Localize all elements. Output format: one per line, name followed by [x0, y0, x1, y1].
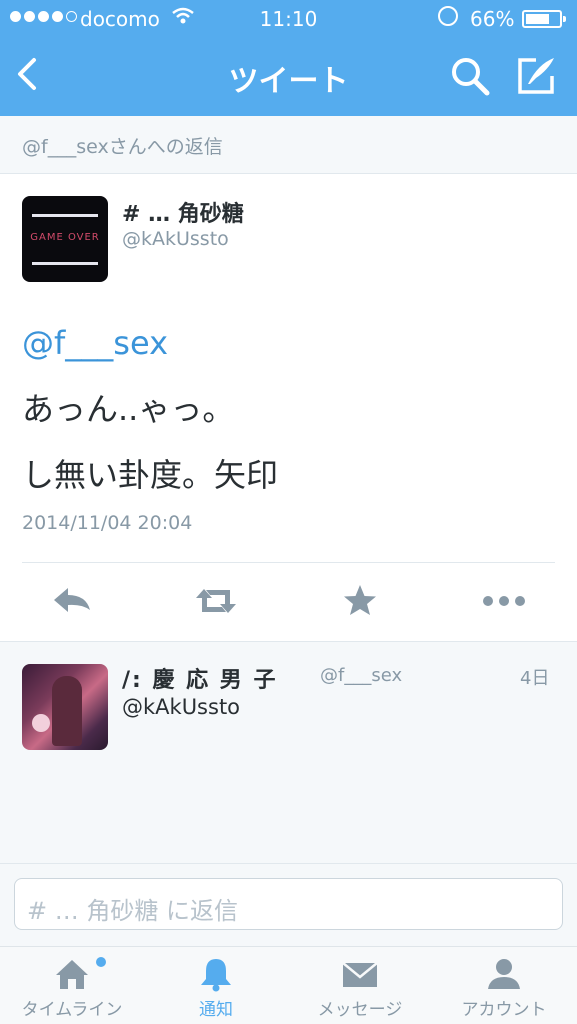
favorite-button[interactable]	[332, 576, 388, 626]
tweet-detail: GAME OVER # … 角砂糖 @kAkUssto @f___sex あっん…	[0, 174, 577, 642]
author-avatar[interactable]: GAME OVER	[22, 196, 108, 282]
reply-avatar[interactable]	[22, 664, 108, 750]
reply-context[interactable]: @f___sexさんへの返信	[0, 116, 577, 174]
reply-tweet[interactable]: /: 慶 応 男 子 @f___sex 4日 @kAkUssto	[0, 642, 577, 864]
tab-label: メッセージ	[317, 1000, 403, 1020]
tab-label: 通知	[199, 1000, 233, 1020]
compose-icon[interactable]	[514, 54, 558, 98]
reply-input-placeholder: # … 角砂糖 に返信	[27, 897, 238, 925]
reply-text: @kAkUssto	[122, 695, 241, 719]
top-bar: docomo 11:10 66% ツイート	[0, 0, 577, 116]
star-icon	[344, 585, 376, 615]
reply-button[interactable]	[46, 576, 102, 626]
battery-percent: 66%	[470, 7, 515, 31]
divider	[22, 562, 555, 563]
tab-account[interactable]: アカウント	[432, 947, 576, 1024]
author-handle[interactable]: @kAkUssto	[122, 228, 229, 250]
unread-dot	[96, 957, 106, 967]
more-icon	[483, 596, 525, 606]
retweet-icon	[196, 589, 236, 613]
status-bar: docomo 11:10 66%	[0, 0, 577, 36]
home-icon	[56, 960, 88, 989]
bell-icon	[201, 959, 231, 992]
reply-composer: # … 角砂糖 に返信	[0, 864, 577, 946]
mention-link[interactable]: @f___sex	[22, 324, 168, 362]
tab-messages[interactable]: メッセージ	[288, 947, 432, 1024]
tab-label: タイムライン	[21, 1000, 123, 1020]
tab-bar: タイムライン 通知 メッセージ アカウント	[0, 946, 577, 1024]
battery-icon	[522, 10, 566, 28]
person-icon	[488, 959, 520, 989]
rotation-lock-icon	[438, 6, 458, 26]
tweet-text-line: あっん..ゃっ。	[22, 390, 235, 428]
tab-notifications[interactable]: 通知	[144, 947, 288, 1024]
envelope-icon	[342, 962, 378, 987]
search-icon[interactable]	[448, 54, 492, 98]
reply-input[interactable]: # … 角砂糖 に返信	[14, 878, 563, 930]
avatar-caption: GAME OVER	[30, 232, 100, 243]
reply-author-handle: @f___sex	[320, 665, 403, 686]
reply-icon	[54, 588, 90, 612]
author-name[interactable]: # … 角砂糖	[122, 196, 244, 228]
tweet-text-line: し無い卦度。矢印	[22, 456, 279, 494]
reply-author-name: /: 慶 応 男 子	[122, 668, 278, 693]
tab-label: アカウント	[461, 1000, 547, 1020]
reply-time: 4日	[520, 668, 550, 689]
more-button[interactable]	[476, 576, 532, 626]
nav-bar: ツイート	[0, 36, 577, 116]
tweet-timestamp: 2014/11/04 20:04	[22, 512, 193, 534]
tab-timeline[interactable]: タイムライン	[0, 947, 144, 1024]
reply-context-label: @f___sexさんへの返信	[22, 136, 223, 158]
retweet-button[interactable]	[188, 576, 244, 626]
